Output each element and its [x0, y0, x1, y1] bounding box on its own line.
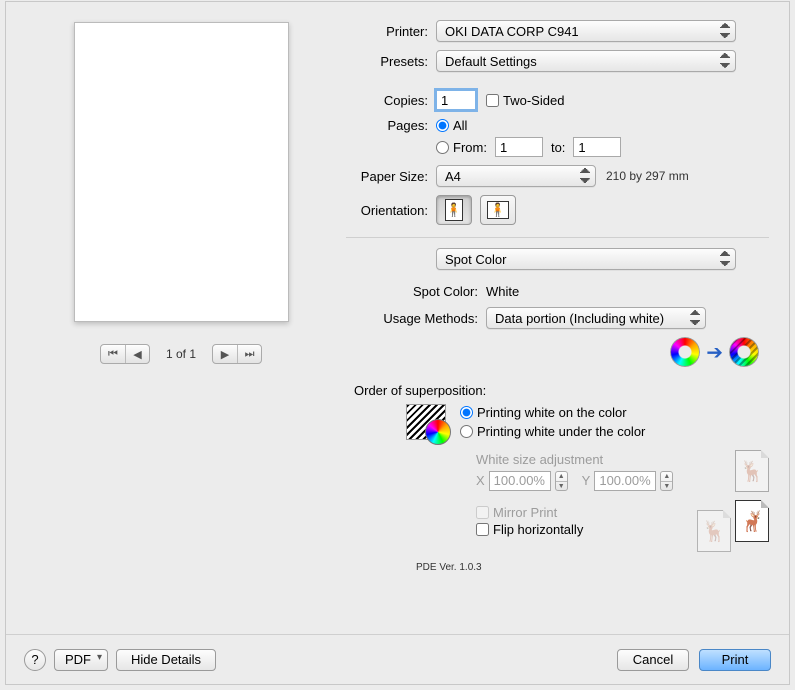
color-ring-after-icon	[729, 337, 759, 367]
presets-label: Presets:	[346, 54, 436, 69]
pages-to-label: to:	[543, 140, 573, 155]
flip-checkbox[interactable]	[476, 523, 489, 536]
last-page-button[interactable]: ⏭	[237, 345, 261, 363]
prev-page-button[interactable]: ◀	[125, 345, 149, 363]
mirror-checkbox	[476, 506, 489, 519]
arrow-right-icon: ➔	[700, 340, 729, 365]
dialog-footer: ? PDF Hide Details Cancel Print	[6, 634, 789, 684]
printer-value: OKI DATA CORP C941	[436, 20, 736, 42]
cancel-label: Cancel	[633, 652, 673, 667]
pager-back-group: ⏮ ◀	[100, 344, 150, 364]
order-on-radio[interactable]	[460, 406, 473, 419]
version-label: PDE Ver. 1.0.3	[416, 562, 769, 573]
preview-pane: ⏮ ◀ 1 of 1 ▶ ⏭	[26, 20, 336, 602]
paper-size-value: A4	[436, 165, 596, 187]
adj-y-label: Y	[582, 473, 591, 488]
pages-all-label: All	[453, 118, 467, 133]
paper-size-hint: 210 by 297 mm	[606, 169, 689, 183]
flip-label: Flip horizontally	[493, 522, 583, 537]
printer-label: Printer:	[346, 24, 436, 39]
settings-pane: Printer: OKI DATA CORP C941 Presets: Def…	[336, 20, 769, 602]
pages-from-label: From:	[453, 140, 487, 155]
divider-1	[346, 237, 769, 238]
usage-methods-value: Data portion (Including white)	[486, 307, 706, 329]
copies-label: Copies:	[346, 93, 436, 108]
page-count-label: 1 of 1	[156, 347, 206, 361]
order-under-label: Printing white under the color	[477, 424, 645, 439]
adj-x-label: X	[476, 473, 485, 488]
orientation-label: Orientation:	[346, 203, 436, 218]
spot-color-value: White	[486, 284, 519, 299]
pages-group: All From: to:	[436, 118, 621, 157]
print-button[interactable]: Print	[699, 649, 771, 671]
print-dialog: ⏮ ◀ 1 of 1 ▶ ⏭ Printer: OKI DATA CORP C9…	[6, 2, 789, 684]
white-adj-preview-icon: 🦌	[735, 450, 769, 492]
orientation-group: 🧍 🧍	[436, 195, 516, 225]
help-button[interactable]: ?	[24, 649, 46, 671]
paper-size-select[interactable]: A4	[436, 165, 596, 187]
pages-to-input[interactable]	[573, 137, 621, 157]
presets-value: Default Settings	[436, 50, 736, 72]
usage-methods-select[interactable]: Data portion (Including white)	[486, 307, 706, 329]
order-radio-group: Printing white on the color Printing whi…	[460, 405, 645, 439]
order-on-label: Printing white on the color	[477, 405, 627, 420]
pages-from-input[interactable]	[495, 137, 543, 157]
two-sided-checkbox[interactable]	[486, 94, 499, 107]
spot-color-label: Spot Color:	[346, 284, 486, 299]
printer-select[interactable]: OKI DATA CORP C941	[436, 20, 736, 42]
pager: ⏮ ◀ 1 of 1 ▶ ⏭	[100, 344, 262, 364]
order-under-radio[interactable]	[460, 425, 473, 438]
order-label: Order of superposition:	[354, 383, 769, 398]
superposition-icon	[406, 404, 446, 440]
mirror-label: Mirror Print	[493, 505, 557, 520]
presets-select[interactable]: Default Settings	[436, 50, 736, 72]
pdf-button-label: PDF	[65, 652, 91, 667]
pages-label: Pages:	[346, 118, 436, 133]
first-page-button[interactable]: ⏮	[101, 345, 125, 363]
adj-x-input	[489, 471, 551, 491]
paper-size-label: Paper Size:	[346, 169, 436, 184]
dialog-body: ⏮ ◀ 1 of 1 ▶ ⏭ Printer: OKI DATA CORP C9…	[6, 2, 789, 602]
orientation-landscape-icon: 🧍	[487, 201, 509, 219]
section-value: Spot Color	[436, 248, 736, 270]
white-adj-label: White size adjustment	[476, 452, 735, 467]
hide-details-button[interactable]: Hide Details	[116, 649, 216, 671]
copies-input[interactable]	[436, 90, 476, 110]
orientation-portrait-icon: 🧍	[445, 199, 463, 221]
cancel-button[interactable]: Cancel	[617, 649, 689, 671]
next-page-button[interactable]: ▶	[213, 345, 237, 363]
section-select[interactable]: Spot Color	[436, 248, 736, 270]
orientation-portrait-button[interactable]: 🧍	[436, 195, 472, 225]
pdf-menu-button[interactable]: PDF	[54, 649, 108, 671]
print-label: Print	[722, 652, 749, 667]
usage-methods-label: Usage Methods:	[346, 311, 486, 326]
adj-y-stepper: ▲▼	[660, 471, 673, 491]
pages-range-radio[interactable]	[436, 141, 449, 154]
two-sided-label: Two-Sided	[503, 93, 564, 108]
hide-details-label: Hide Details	[131, 652, 201, 667]
adj-x-stepper: ▲▼	[555, 471, 568, 491]
flip-preview-icon: 🦌	[735, 500, 769, 542]
page-preview	[74, 22, 289, 322]
orientation-landscape-button[interactable]: 🧍	[480, 195, 516, 225]
adj-y-input	[594, 471, 656, 491]
color-ring-before-icon	[670, 337, 700, 367]
pager-fwd-group: ▶ ⏭	[212, 344, 262, 364]
flip-preview-dim-icon: 🦌	[697, 510, 731, 552]
pages-all-radio[interactable]	[436, 119, 449, 132]
